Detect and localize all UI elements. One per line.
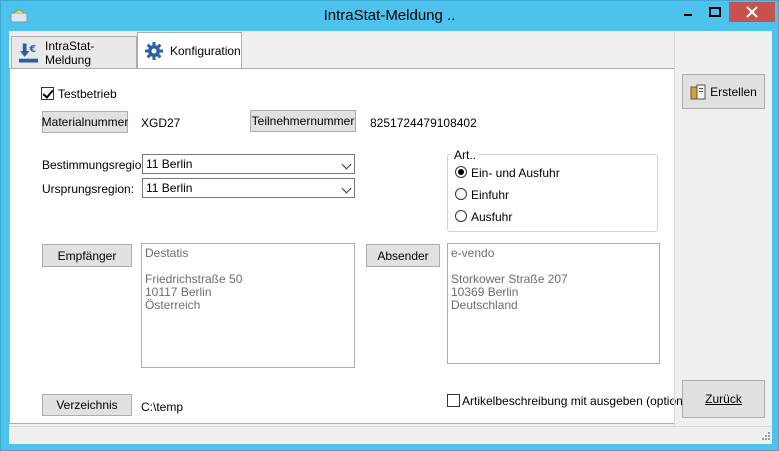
minimize-button[interactable] (674, 2, 701, 22)
chevron-down-icon (341, 159, 352, 170)
tab-intrastat-meldung[interactable]: € IntraStat-Meldung (11, 36, 137, 68)
absender-button[interactable]: Absender (366, 244, 440, 267)
tab-konfiguration[interactable]: Konfiguration (137, 32, 242, 69)
svg-text:€: € (28, 44, 36, 55)
art-radio-einfuhr[interactable] (455, 188, 467, 200)
artikelbeschreibung-label: Artikelbeschreibung mit ausgeben (option… (462, 394, 697, 408)
tab-konfiguration-label: Konfiguration (170, 44, 241, 58)
testbetrieb-checkbox[interactable] (41, 87, 54, 100)
empfaenger-address-textarea[interactable]: Destatis Friedrichstraße 50 10117 Berlin… (141, 243, 355, 368)
title-bar[interactable]: IntraStat-Meldung .. (1, 1, 778, 31)
testbetrieb-label: Testbetrieb (58, 87, 117, 101)
verzeichnis-value: C:\temp (141, 400, 184, 414)
art-option-ausfuhr: Ausfuhr (471, 210, 513, 224)
art-option-ein-und-ausfuhr: Ein- und Ausfuhr (471, 166, 560, 180)
absender-address-textarea[interactable]: e-vendo Storkower Straße 207 10369 Berli… (447, 243, 660, 364)
materialnummer-value: XGD27 (141, 116, 181, 130)
tab-strip: € IntraStat-Meldung Konfiguration (9, 31, 674, 69)
artikelbeschreibung-checkbox[interactable] (447, 394, 460, 407)
materialnummer-button[interactable]: Materialnummer (42, 111, 128, 133)
euro-download-icon: € (18, 42, 39, 63)
close-icon (746, 6, 758, 18)
bestimmungsregion-label: Bestimmungsregion: (42, 158, 152, 172)
ursprungsregion-label: Ursprungsregion: (42, 182, 135, 196)
erstellen-label: Erstellen (710, 84, 757, 99)
ursprungsregion-value: 11 Berlin (146, 181, 193, 195)
teilnehmernummer-button[interactable]: Teilnehmernummer (250, 110, 356, 132)
maximize-button[interactable] (701, 2, 728, 22)
resize-grip-icon[interactable] (760, 432, 770, 442)
art-option-einfuhr: Einfuhr (471, 188, 510, 202)
window-title: IntraStat-Meldung .. (323, 7, 456, 24)
bestimmungsregion-select[interactable]: 11 Berlin (142, 154, 355, 174)
minimize-icon (683, 14, 692, 16)
create-document-icon (690, 84, 706, 99)
client-area: € IntraStat-Meldung Konfiguration Testbe… (9, 31, 772, 444)
gear-icon (145, 42, 163, 60)
art-radio-ein-und-ausfuhr[interactable] (455, 166, 467, 178)
sidebar-divider (674, 31, 675, 426)
maximize-icon (708, 7, 721, 17)
art-radio-ausfuhr[interactable] (455, 210, 467, 222)
empfaenger-button[interactable]: Empfänger (42, 244, 132, 267)
zurueck-button[interactable]: Zurück (682, 380, 765, 418)
ursprungsregion-select[interactable]: 11 Berlin (142, 178, 355, 198)
erstellen-button[interactable]: Erstellen (682, 74, 765, 109)
bestimmungsregion-value: 11 Berlin (146, 157, 193, 171)
art-group-title: Art.. (452, 148, 479, 162)
chevron-down-icon (341, 183, 352, 194)
tab-intrastat-label: IntraStat-Meldung (44, 38, 95, 67)
app-window: IntraStat-Meldung .. € IntraStat-Meldung (0, 0, 779, 451)
close-button[interactable] (729, 2, 775, 22)
konfiguration-panel: Testbetrieb Materialnummer XGD27 Teilneh… (9, 68, 696, 424)
verzeichnis-button[interactable]: Verzeichnis (42, 394, 132, 416)
teilnehmernummer-value: 8251724479108402 (370, 116, 477, 130)
status-bar (9, 426, 772, 444)
